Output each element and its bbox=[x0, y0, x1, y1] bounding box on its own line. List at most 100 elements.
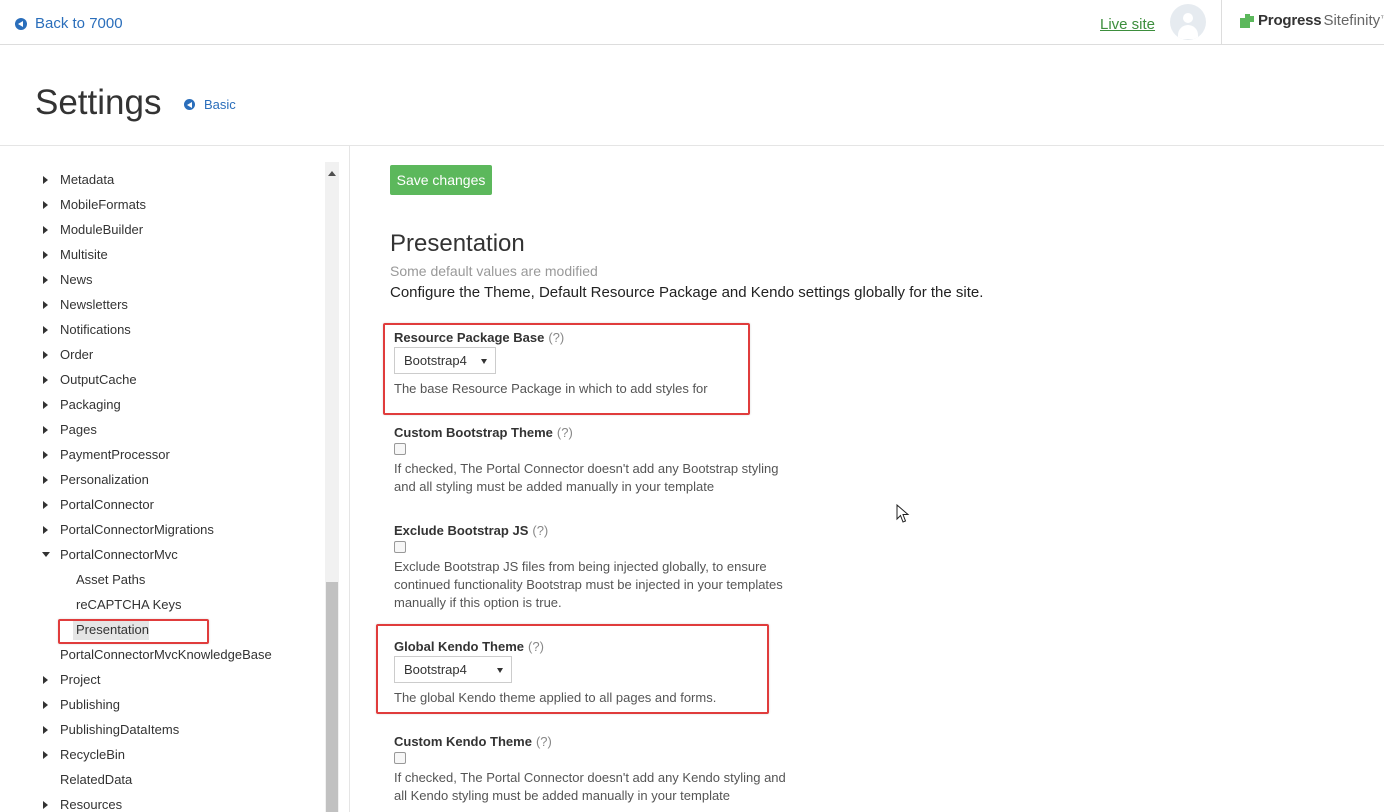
progress-logo-icon bbox=[1240, 13, 1254, 28]
avatar[interactable] bbox=[1170, 4, 1206, 40]
tree-item-label: Personalization bbox=[60, 472, 149, 487]
tree-item-label: MobileFormats bbox=[60, 197, 146, 212]
section-subtitle: Some default values are modified bbox=[390, 263, 598, 279]
tree-item-label: RelatedData bbox=[60, 772, 133, 787]
help-link[interactable]: (?) bbox=[557, 425, 573, 440]
caret-right-icon[interactable] bbox=[43, 500, 48, 509]
exclude-bootstrap-js-help: Exclude Bootstrap JS files from being in… bbox=[394, 559, 783, 610]
section-description: Configure the Theme, Default Resource Pa… bbox=[390, 284, 984, 301]
basic-link[interactable]: Basic bbox=[184, 97, 236, 112]
custom-kendo-label: Custom Kendo Theme (?) bbox=[394, 734, 552, 749]
top-bar: Back to 7000 Live site Progress Sitefini… bbox=[0, 0, 1384, 45]
tree-item-label: PaymentProcessor bbox=[60, 447, 170, 462]
back-link[interactable]: Back to 7000 bbox=[15, 15, 123, 32]
tree-item-label: Newsletters bbox=[60, 297, 128, 312]
global-kendo-label: Global Kendo Theme (?) bbox=[394, 639, 544, 654]
custom-bootstrap-help: If checked, The Portal Connector doesn't… bbox=[394, 461, 779, 494]
tree-item-label: PortalConnectorMvcKnowledgeBase bbox=[60, 647, 272, 662]
user-head-icon bbox=[1183, 13, 1193, 23]
tree-item-label: PortalConnectorMvc bbox=[60, 547, 178, 562]
brand-trademark: ™ bbox=[1380, 14, 1384, 23]
section-title: Presentation bbox=[390, 230, 525, 257]
caret-right-icon[interactable] bbox=[43, 350, 48, 359]
tree-item-label: Pages bbox=[60, 422, 97, 437]
sidebar-scrollbar[interactable] bbox=[325, 162, 339, 812]
tree-item-label: News bbox=[60, 272, 93, 287]
caret-right-icon[interactable] bbox=[43, 400, 48, 409]
back-arrow-icon bbox=[15, 17, 27, 30]
tree-item-label: Asset Paths bbox=[76, 572, 146, 587]
live-site-link[interactable]: Live site bbox=[1100, 16, 1155, 33]
dropdown-arrow-icon bbox=[481, 359, 487, 364]
help-link[interactable]: (?) bbox=[528, 639, 544, 654]
brand-logo: Progress Sitefinity ™ bbox=[1240, 12, 1384, 29]
custom-kendo-help: If checked, The Portal Connector doesn't… bbox=[394, 770, 786, 803]
caret-right-icon[interactable] bbox=[43, 750, 48, 759]
exclude-bootstrap-js-label: Exclude Bootstrap JS (?) bbox=[394, 523, 549, 538]
resource-package-label: Resource Package Base (?) bbox=[394, 330, 565, 345]
settings-panel: Save changes Presentation Some default v… bbox=[351, 146, 1384, 812]
tree-item-label: PublishingDataItems bbox=[60, 722, 180, 737]
tree-item-label: Publishing bbox=[60, 697, 120, 712]
tree-item-label: ModuleBuilder bbox=[60, 222, 144, 237]
brand-name: Progress bbox=[1258, 12, 1322, 29]
tree-item-label: reCAPTCHA Keys bbox=[76, 597, 182, 612]
help-link[interactable]: (?) bbox=[548, 330, 564, 345]
caret-right-icon[interactable] bbox=[43, 425, 48, 434]
caret-right-icon[interactable] bbox=[43, 675, 48, 684]
highlight-box-presentation bbox=[58, 619, 209, 644]
caret-right-icon[interactable] bbox=[43, 450, 48, 459]
caret-down-icon[interactable] bbox=[42, 552, 50, 557]
custom-kendo-checkbox[interactable] bbox=[394, 752, 406, 764]
caret-right-icon[interactable] bbox=[43, 200, 48, 209]
exclude-bootstrap-js-checkbox[interactable] bbox=[394, 541, 406, 553]
back-arrow-icon bbox=[184, 99, 195, 110]
custom-bootstrap-label: Custom Bootstrap Theme (?) bbox=[394, 425, 573, 440]
custom-bootstrap-checkbox[interactable] bbox=[394, 443, 406, 455]
resource-package-help: The base Resource Package in which to ad… bbox=[394, 381, 708, 396]
dropdown-arrow-icon bbox=[497, 668, 503, 673]
back-link-label: Back to 7000 bbox=[35, 15, 123, 32]
brand-product: Sitefinity bbox=[1323, 12, 1381, 29]
resource-package-select[interactable]: Bootstrap4 bbox=[394, 347, 496, 374]
caret-right-icon[interactable] bbox=[43, 375, 48, 384]
caret-right-icon[interactable] bbox=[43, 800, 48, 809]
tree-item-label: Multisite bbox=[60, 247, 108, 262]
tree-item-label: PortalConnectorMigrations bbox=[60, 522, 214, 537]
global-kendo-value: Bootstrap4 bbox=[404, 662, 467, 677]
caret-right-icon[interactable] bbox=[43, 300, 48, 309]
caret-right-icon[interactable] bbox=[43, 700, 48, 709]
global-kendo-select[interactable]: Bootstrap4 bbox=[394, 656, 512, 683]
caret-right-icon[interactable] bbox=[43, 325, 48, 334]
caret-right-icon[interactable] bbox=[43, 475, 48, 484]
caret-right-icon[interactable] bbox=[43, 525, 48, 534]
tree-item-label: Resources bbox=[60, 797, 123, 812]
help-link[interactable]: (?) bbox=[532, 523, 548, 538]
tree-item-label: Packaging bbox=[60, 397, 121, 412]
page-header: Settings Basic bbox=[0, 45, 1384, 146]
scroll-up-arrow-icon[interactable] bbox=[328, 171, 336, 176]
tree-item-label: RecycleBin bbox=[60, 747, 126, 762]
caret-right-icon[interactable] bbox=[43, 250, 48, 259]
tree-item-label: Order bbox=[60, 347, 94, 362]
tree-item-label: Notifications bbox=[60, 322, 131, 337]
settings-tree: Metadata MobileFormats ModuleBuilder Mul… bbox=[0, 146, 350, 812]
caret-right-icon[interactable] bbox=[43, 225, 48, 234]
help-link[interactable]: (?) bbox=[536, 734, 552, 749]
resource-package-value: Bootstrap4 bbox=[404, 353, 467, 368]
basic-link-label: Basic bbox=[204, 97, 236, 112]
tree-item-label: Metadata bbox=[60, 172, 115, 187]
topbar-divider bbox=[1221, 0, 1222, 44]
mouse-pointer-icon bbox=[896, 504, 910, 523]
caret-right-icon[interactable] bbox=[43, 725, 48, 734]
save-changes-button[interactable]: Save changes bbox=[390, 165, 492, 195]
scroll-thumb[interactable] bbox=[326, 582, 338, 812]
page-title: Settings bbox=[35, 83, 162, 122]
caret-right-icon[interactable] bbox=[43, 275, 48, 284]
tree-item-label: Project bbox=[60, 672, 101, 687]
user-body-icon bbox=[1178, 25, 1198, 39]
tree-item-label: OutputCache bbox=[60, 372, 137, 387]
tree-item-label: PortalConnector bbox=[60, 497, 154, 512]
caret-right-icon[interactable] bbox=[43, 175, 48, 184]
global-kendo-help: The global Kendo theme applied to all pa… bbox=[394, 690, 717, 705]
